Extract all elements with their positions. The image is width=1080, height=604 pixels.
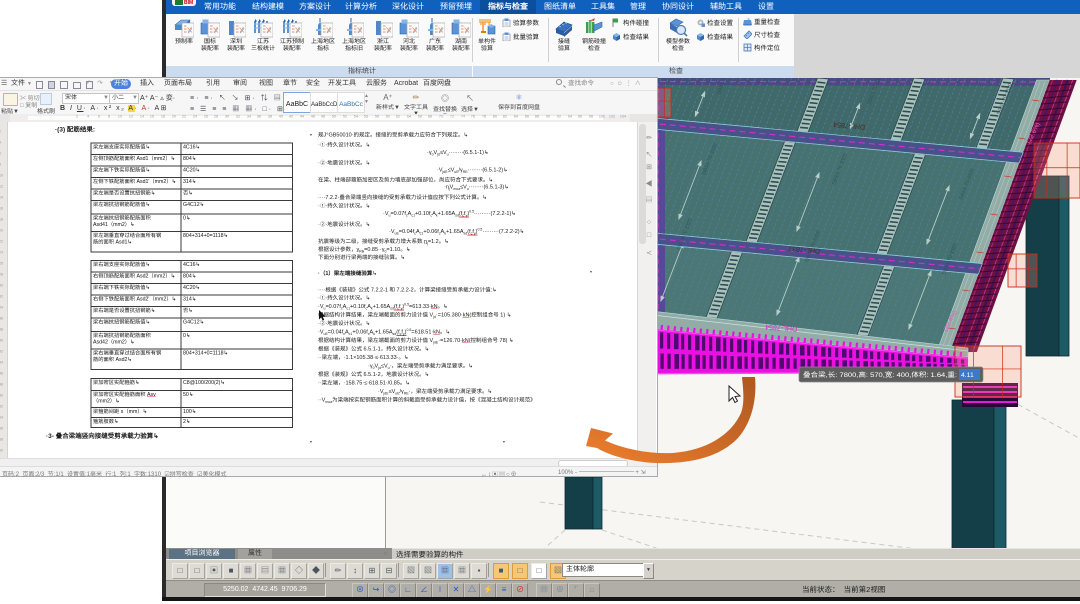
svg-text:4.11: 4.11 — [961, 372, 974, 379]
svg-text:叠合梁,长: 7800,高: 570,宽: 400,体积:: 叠合梁,长: 7800,高: 570,宽: 400,体积: 1.64,重: — [803, 371, 957, 379]
